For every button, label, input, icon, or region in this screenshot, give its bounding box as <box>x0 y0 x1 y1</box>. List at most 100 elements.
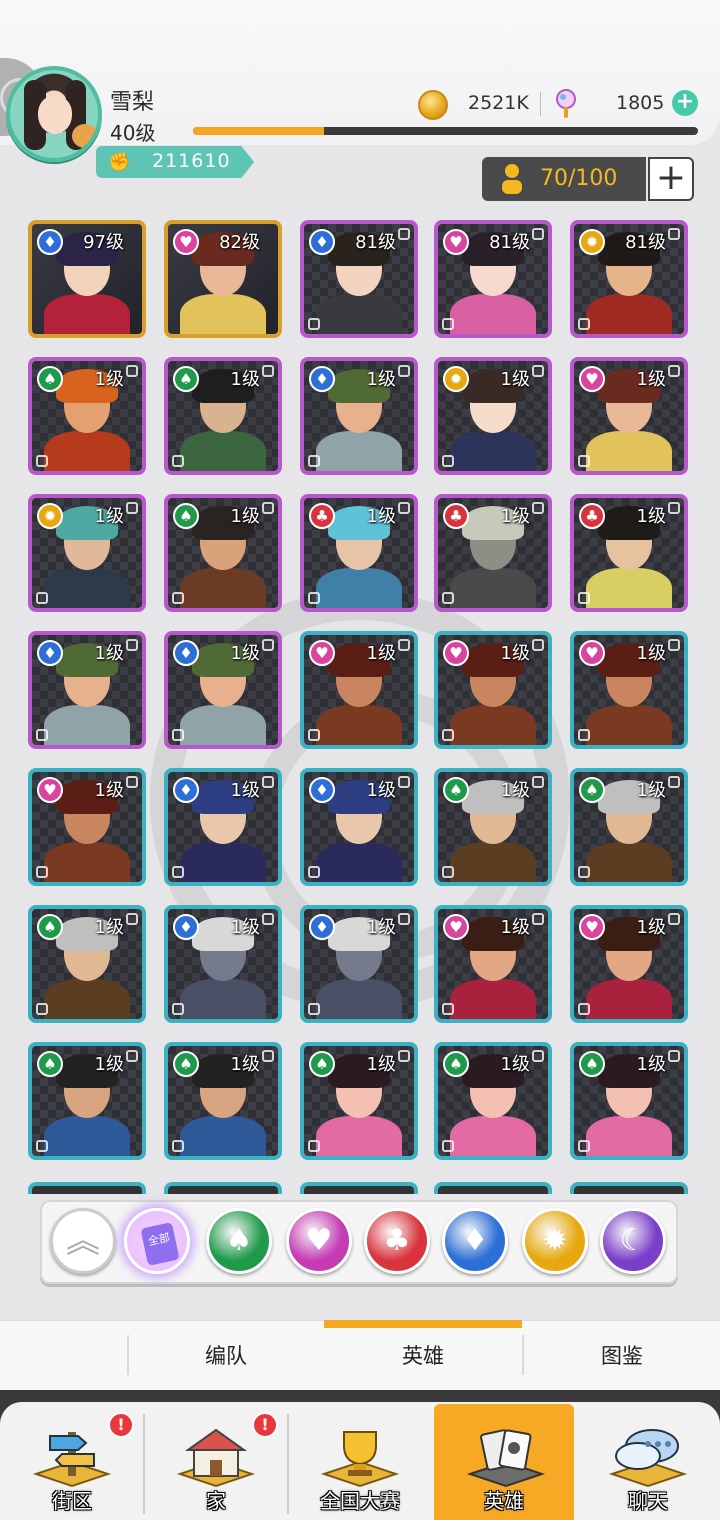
hero-card[interactable]: ♠ 1级 <box>164 1042 282 1160</box>
tab-formation[interactable]: 编队 <box>128 1333 324 1379</box>
chat-bubble-icon <box>608 1429 688 1488</box>
sun-faction-icon: ✹ <box>443 366 469 392</box>
hero-card[interactable]: ♦ 97级 <box>28 220 146 338</box>
hero-card[interactable]: ♥ 1级 <box>570 631 688 749</box>
nav-chat[interactable]: 聊天 <box>576 1412 720 1520</box>
hero-card[interactable]: ✹ 81级 <box>570 220 688 338</box>
spade-faction-icon: ♠ <box>443 777 469 803</box>
hero-level: 1级 <box>366 1054 396 1075</box>
filter-up-button[interactable]: ︽ <box>50 1208 116 1274</box>
corner-frame-icon <box>172 1003 184 1015</box>
hero-card[interactable]: ♦ 81级 <box>300 220 418 338</box>
corner-frame-icon <box>262 365 274 377</box>
hero-card[interactable]: ♥ 1级 <box>434 905 552 1023</box>
hero-level: 1级 <box>230 643 260 664</box>
hero-card[interactable]: ♦ 1级 <box>164 631 282 749</box>
filter-all-button[interactable]: 全部 <box>124 1208 190 1274</box>
filter-club-button[interactable]: ♣ <box>364 1208 430 1274</box>
filter-sun-button[interactable]: ✹ <box>522 1208 588 1274</box>
roster-count: 70/100 <box>540 166 618 191</box>
hero-level: 1级 <box>230 780 260 801</box>
nav-national-tournament[interactable]: 全国大赛 <box>288 1412 432 1520</box>
hero-card[interactable]: ♠ 1级 <box>28 357 146 475</box>
hero-card[interactable]: ♦ 1级 <box>300 905 418 1023</box>
hero-card[interactable]: ♥ 1级 <box>28 768 146 886</box>
nav-street[interactable]: 街区 ! <box>0 1412 144 1520</box>
corner-frame-icon <box>398 502 410 514</box>
hero-card[interactable]: ♠ 1级 <box>28 1042 146 1160</box>
corner-frame-icon <box>398 1050 410 1062</box>
hero-card[interactable]: ♠ 1级 <box>164 357 282 475</box>
hero-card[interactable]: ♦ 1级 <box>164 768 282 886</box>
corner-frame-icon <box>262 776 274 788</box>
hero-card[interactable]: ✹ 1级 <box>28 494 146 612</box>
hero-level: 1级 <box>94 917 124 938</box>
spade-faction-icon: ♠ <box>173 1051 199 1077</box>
hero-card[interactable]: ♠ 1级 <box>28 905 146 1023</box>
diamond-faction-icon: ♦ <box>37 640 63 666</box>
hero-card-partial[interactable] <box>300 1182 418 1194</box>
hero-level: 1级 <box>230 369 260 390</box>
xp-progress-bar <box>193 127 698 135</box>
hero-card-partial[interactable] <box>570 1182 688 1194</box>
hero-card[interactable]: ♥ 1级 <box>570 357 688 475</box>
hero-card[interactable]: ♠ 1级 <box>300 1042 418 1160</box>
hero-card[interactable]: ♦ 1级 <box>28 631 146 749</box>
hero-card[interactable]: ✹ 1级 <box>434 357 552 475</box>
corner-frame-icon <box>398 913 410 925</box>
player-avatar[interactable] <box>2 62 106 184</box>
add-gems-button[interactable]: + <box>672 90 698 116</box>
hero-level: 1级 <box>230 506 260 527</box>
hero-card[interactable]: ♠ 1级 <box>434 768 552 886</box>
hero-card[interactable]: ♠ 1级 <box>570 1042 688 1160</box>
coin-icon <box>418 90 448 120</box>
expand-roster-button[interactable]: + <box>648 157 694 201</box>
hero-card[interactable]: ♥ 81级 <box>434 220 552 338</box>
hero-card[interactable]: ♠ 1级 <box>434 1042 552 1160</box>
cards-all-icon: 全部 <box>140 1222 180 1266</box>
corner-frame-icon <box>36 1140 48 1152</box>
filter-diamond-button[interactable]: ♦ <box>442 1208 508 1274</box>
hero-card-partial[interactable] <box>434 1182 552 1194</box>
filter-moon-button[interactable]: ☾ <box>600 1208 666 1274</box>
hero-card-partial[interactable] <box>164 1182 282 1194</box>
sun-faction-icon: ✹ <box>37 503 63 529</box>
moon-icon: ☾ <box>619 1223 647 1258</box>
player-name: 雪梨 <box>110 90 155 115</box>
player-level: 40级 <box>110 121 156 145</box>
corner-frame-icon <box>126 502 138 514</box>
tab-collection[interactable]: 图鉴 <box>524 1333 720 1379</box>
corner-frame-icon <box>36 866 48 878</box>
corner-frame-icon <box>578 866 590 878</box>
filter-all-label: 全部 <box>146 1230 172 1249</box>
hero-level: 97级 <box>83 232 124 253</box>
heart-faction-icon: ♥ <box>579 914 605 940</box>
top-header <box>0 0 720 145</box>
hero-card[interactable]: ♦ 1级 <box>300 357 418 475</box>
fist-icon: ✊ <box>108 152 131 173</box>
hero-card[interactable]: ♣ 1级 <box>300 494 418 612</box>
hero-card[interactable]: ♣ 1级 <box>434 494 552 612</box>
hero-card[interactable]: ♥ 1级 <box>434 631 552 749</box>
nav-heroes[interactable]: 英雄 <box>434 1404 574 1520</box>
hero-card[interactable]: ♥ 1级 <box>570 905 688 1023</box>
corner-frame-icon <box>36 1003 48 1015</box>
spade-faction-icon: ♠ <box>37 366 63 392</box>
hero-card[interactable]: ♦ 1级 <box>300 768 418 886</box>
hero-card-partial[interactable] <box>28 1182 146 1194</box>
hero-card[interactable]: ♠ 1级 <box>570 768 688 886</box>
nav-home[interactable]: 家 ! <box>144 1412 288 1520</box>
hero-card[interactable]: ♥ 82级 <box>164 220 282 338</box>
tab-heroes[interactable]: 英雄 <box>324 1333 522 1379</box>
xp-progress-fill <box>193 127 325 135</box>
hero-card[interactable]: ♥ 1级 <box>300 631 418 749</box>
hero-card[interactable]: ♠ 1级 <box>164 494 282 612</box>
hero-level: 1级 <box>500 506 530 527</box>
filter-spade-button[interactable]: ♠ <box>206 1208 272 1274</box>
hero-card[interactable]: ♣ 1级 <box>570 494 688 612</box>
notification-badge: ! <box>252 1412 278 1438</box>
corner-frame-icon <box>126 639 138 651</box>
hero-card[interactable]: ♦ 1级 <box>164 905 282 1023</box>
heart-faction-icon: ♥ <box>443 914 469 940</box>
filter-heart-button[interactable]: ♥ <box>286 1208 352 1274</box>
